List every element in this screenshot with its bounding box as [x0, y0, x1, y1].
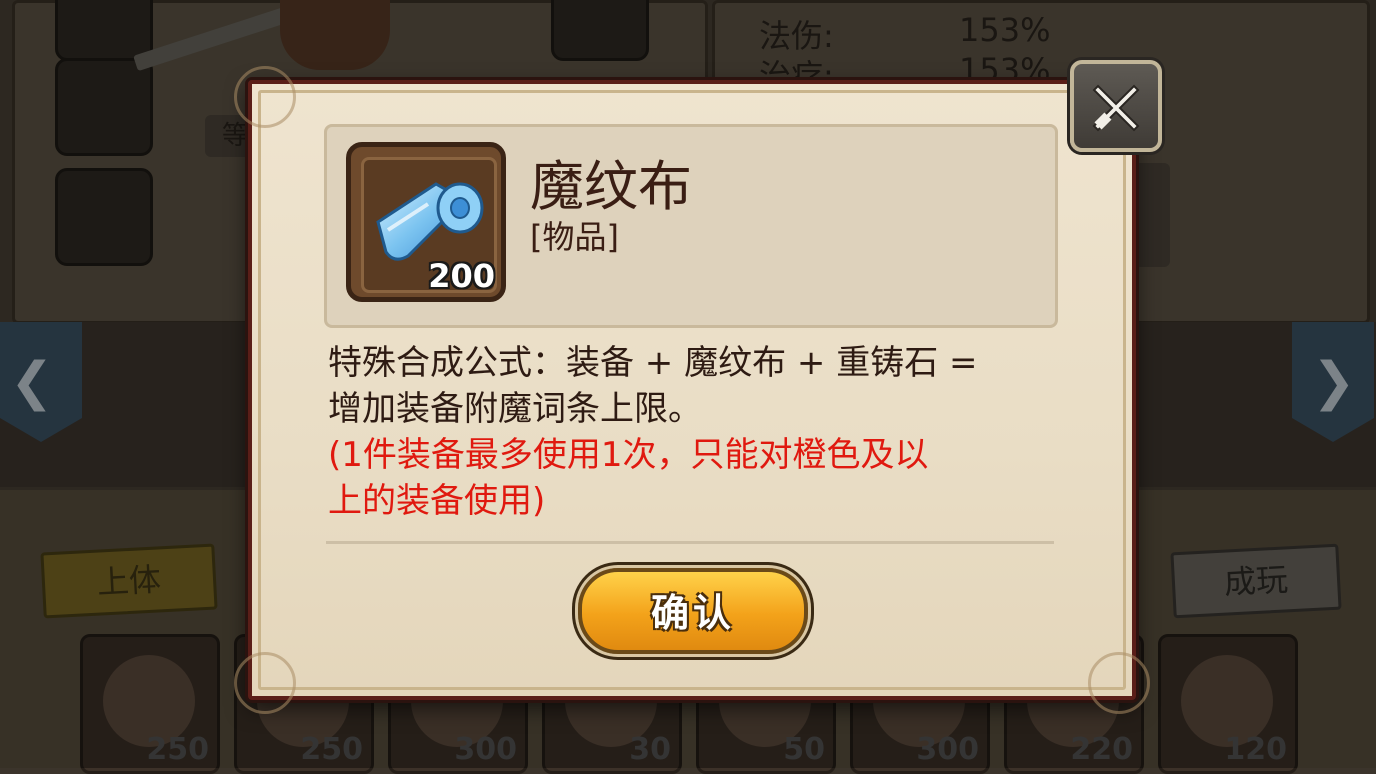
- item-description: 特殊合成公式：装备 + 魔纹布 + 重铸石 = 增加装备附魔词条上限。 (1件装…: [328, 340, 1068, 524]
- item-type: [物品]: [530, 218, 619, 256]
- divider: [326, 541, 1054, 544]
- item-name: 魔纹布: [530, 155, 692, 218]
- confirm-label: 确认: [650, 591, 735, 635]
- item-icon-frame: 200: [346, 142, 506, 302]
- corner-ornament: [1088, 652, 1150, 714]
- corner-ornament: [234, 652, 296, 714]
- description-note: 上的装备使用): [328, 481, 546, 521]
- description-note: (1件装备最多使用1次，只能对橙色及以: [328, 435, 929, 475]
- corner-ornament: [234, 66, 296, 128]
- description-line: 增加装备附魔词条上限。: [328, 389, 702, 429]
- confirm-button[interactable]: 确认: [578, 568, 808, 654]
- description-line: 特殊合成公式：装备 + 魔纹布 + 重铸石 =: [328, 343, 978, 383]
- close-x-icon: [1092, 84, 1140, 132]
- item-count: 200: [428, 257, 495, 295]
- close-button[interactable]: [1070, 60, 1162, 152]
